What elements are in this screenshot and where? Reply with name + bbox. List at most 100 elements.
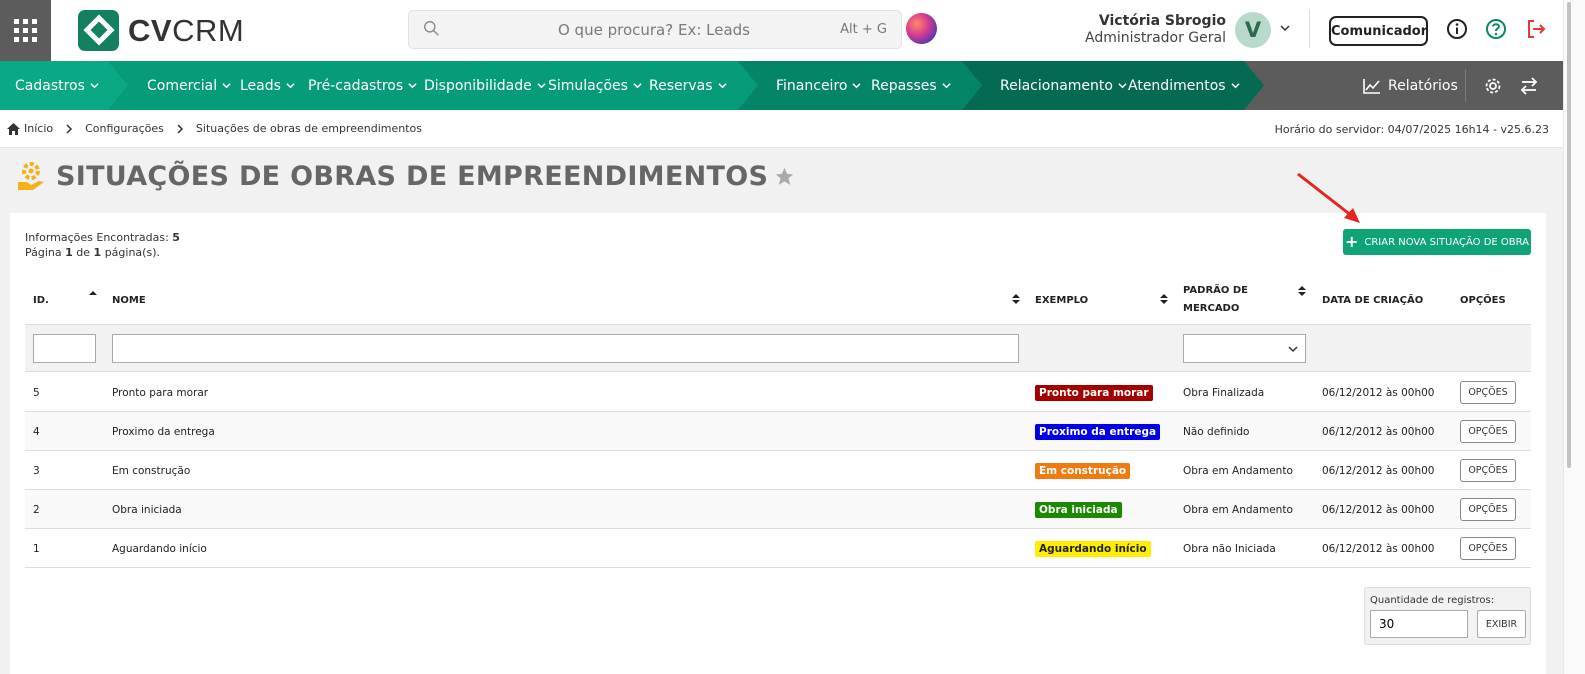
nav-atendimentos[interactable]: Atendimentos (1128, 61, 1240, 110)
global-search: Alt + G (408, 10, 902, 49)
sort-asc-icon[interactable] (89, 289, 97, 301)
status-badge: Aguardando início (1035, 540, 1151, 557)
header-nome[interactable]: NOME (112, 275, 146, 325)
page-scrollbar[interactable] (1563, 0, 1585, 674)
filter-padrao-select[interactable] (1183, 334, 1306, 363)
top-bar: CVCRM Alt + G Victória Sbrogio Administr… (0, 0, 1563, 61)
avatar[interactable]: V (1235, 12, 1271, 48)
apps-menu-button[interactable] (0, 0, 51, 61)
filter-nome-input[interactable] (112, 334, 1019, 363)
table-row: 4 Proximo da entrega Proximo da entrega … (25, 412, 1531, 451)
logo-text: CVCRM (128, 13, 245, 48)
gear-hand-icon (18, 162, 44, 190)
records-per-page-label: Quantidade de registros: (1370, 595, 1495, 606)
cell-padrao: Obra em Andamento (1183, 503, 1293, 516)
chevron-down-icon[interactable] (1279, 22, 1291, 34)
breadcrumb: Início Configurações Situações de obras … (7, 122, 422, 135)
switch-arrows-icon[interactable] (1519, 76, 1539, 96)
nav-pre-cadastros[interactable]: Pré-cadastros (308, 61, 417, 110)
cell-id: 3 (33, 464, 40, 477)
nav-repasses[interactable]: Repasses (871, 61, 951, 110)
cvcrm-logo[interactable]: CVCRM (78, 10, 244, 51)
nav-leads[interactable]: Leads (240, 61, 295, 110)
user-info[interactable]: Victória Sbrogio Administrador Geral (1070, 13, 1226, 46)
breadcrumb-inicio[interactable]: Início (24, 122, 53, 135)
search-shortcut-hint: Alt + G (840, 22, 887, 37)
nav-cadastros[interactable]: Cadastros (15, 61, 99, 110)
user-name: Victória Sbrogio (1098, 13, 1226, 29)
info-icon[interactable] (1446, 18, 1468, 40)
records-per-page-input[interactable] (1370, 610, 1468, 638)
status-badge: Pronto para morar (1035, 384, 1153, 401)
chevron-down-icon (1288, 346, 1298, 353)
row-options-button[interactable]: OPÇÕES (1460, 498, 1516, 521)
grid-icon (14, 19, 37, 42)
create-construction-status-button[interactable]: + CRIAR NOVA SITUAÇÃO DE OBRA (1343, 229, 1531, 255)
cell-padrao: Não definido (1183, 425, 1250, 438)
row-options-button[interactable]: OPÇÕES (1460, 537, 1516, 560)
logout-icon[interactable] (1525, 18, 1547, 40)
row-options-button[interactable]: OPÇÕES (1460, 381, 1516, 404)
sort-icon[interactable] (1160, 293, 1168, 305)
nav-relacionamento[interactable]: Relacionamento (1000, 61, 1127, 110)
cell-nome: Obra iniciada (112, 503, 182, 516)
cell-exemplo: Em construção (1035, 451, 1131, 490)
search-input[interactable] (459, 11, 849, 48)
header-padrao-mercado[interactable]: PADRÃO DE MERCADO (1183, 275, 1248, 325)
cell-id: 2 (33, 503, 40, 516)
help-icon[interactable] (1485, 18, 1507, 40)
gear-icon[interactable] (1483, 76, 1503, 96)
cell-nome: Em construção (112, 464, 191, 477)
chevron-down-icon (286, 83, 295, 89)
cell-data: 06/12/2012 às 00h00 (1322, 464, 1435, 477)
show-button[interactable]: EXIBIR (1477, 610, 1526, 638)
chevron-down-icon (222, 83, 231, 89)
main-navigation: Cadastros Comercial Leads Pré-cadastros … (0, 61, 1563, 110)
cell-nome: Aguardando início (112, 542, 207, 555)
cell-nome: Proximo da entrega (112, 425, 215, 438)
divider (1465, 69, 1466, 102)
cell-data: 06/12/2012 às 00h00 (1322, 425, 1435, 438)
comunicador-button[interactable]: Comunicador (1329, 16, 1428, 46)
chevron-down-icon (408, 83, 417, 89)
records-per-page: Quantidade de registros: EXIBIR (1364, 587, 1531, 645)
nav-disponibilidade[interactable]: Disponibilidade (424, 61, 546, 110)
nav-comercial[interactable]: Comercial (147, 61, 231, 110)
nav-simulacoes[interactable]: Simulações (548, 61, 642, 110)
status-badge: Proximo da entrega (1035, 423, 1161, 440)
row-options-button[interactable]: OPÇÕES (1460, 459, 1516, 482)
cell-id: 5 (33, 386, 40, 399)
pagination-info: Página 1 de 1 página(s). (25, 246, 160, 259)
row-options-button[interactable]: OPÇÕES (1460, 420, 1516, 443)
chevron-down-icon (1118, 83, 1127, 89)
cell-data: 06/12/2012 às 00h00 (1322, 503, 1435, 516)
table-row: 3 Em construção Em construção Obra em An… (25, 451, 1531, 490)
sort-icon[interactable] (1012, 293, 1020, 305)
header-data-criacao: DATA DE CRIAÇÃO (1322, 294, 1424, 306)
cell-padrao: Obra em Andamento (1183, 464, 1293, 477)
chevron-down-icon (90, 83, 99, 89)
sort-icon[interactable] (1298, 285, 1306, 297)
table-row: 5 Pronto para morar Pronto para morar Ob… (25, 373, 1531, 412)
filter-id-input[interactable] (33, 334, 96, 363)
nav-relatorios[interactable]: Relatórios (1362, 61, 1458, 110)
chevron-down-icon (633, 83, 642, 89)
divider (1309, 9, 1310, 48)
table-row: 2 Obra iniciada Obra iniciada Obra em An… (25, 490, 1531, 529)
page-title: SITUAÇÕES DE OBRAS DE EMPREENDIMENTOS (56, 160, 769, 192)
chevron-down-icon (1230, 83, 1240, 89)
cell-exemplo: Aguardando início (1035, 529, 1151, 568)
star-icon[interactable] (774, 166, 795, 187)
nav-reservas[interactable]: Reservas (649, 61, 727, 110)
header-id[interactable]: ID. (33, 275, 49, 325)
header-exemplo[interactable]: EXEMPLO (1035, 275, 1088, 325)
chevron-down-icon (537, 83, 546, 89)
breadcrumb-configuracoes[interactable]: Configurações (85, 122, 164, 135)
scrollbar-thumb[interactable] (1567, 2, 1571, 468)
cell-id: 4 (33, 425, 40, 438)
cell-id: 1 (33, 542, 40, 555)
ai-assistant-orb-icon[interactable] (906, 13, 937, 44)
nav-financeiro[interactable]: Financeiro (776, 61, 862, 110)
cell-data: 06/12/2012 às 00h00 (1322, 542, 1435, 555)
user-role: Administrador Geral (1085, 30, 1226, 46)
